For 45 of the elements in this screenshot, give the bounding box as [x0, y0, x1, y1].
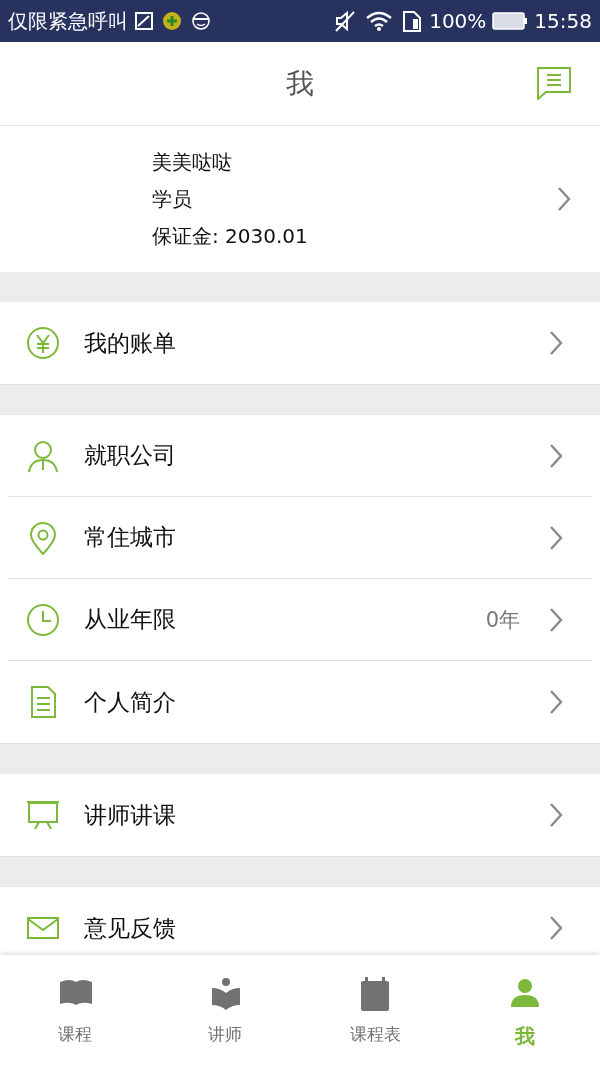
- profile-card[interactable]: 美美哒哒 学员 保证金: 2030.01: [0, 126, 600, 272]
- item-label: 个人简介: [84, 687, 177, 717]
- clock-icon: [26, 602, 60, 637]
- mute-icon: [333, 10, 358, 32]
- item-label: 常住城市: [84, 523, 177, 552]
- chevron-icon: [548, 689, 564, 715]
- presentation-board-icon: [26, 798, 60, 832]
- chevron-icon: [556, 186, 572, 212]
- chevron-icon: [548, 330, 564, 356]
- tab-item[interactable]: 课程表: [300, 955, 450, 1067]
- tab-item[interactable]: 讲师: [150, 955, 300, 1067]
- user-role: 学员: [152, 186, 193, 213]
- face-icon: [190, 11, 212, 31]
- menu-item[interactable]: 从业年限 0年: [8, 579, 592, 661]
- deposit-text: 保证金: 2030.01: [152, 223, 309, 250]
- battery-icon: [492, 11, 529, 31]
- plus-badge-icon: [162, 11, 182, 31]
- battery-percent: 100%: [429, 9, 487, 33]
- user-name: 美美哒哒: [152, 149, 233, 176]
- message-button[interactable]: [536, 66, 572, 100]
- item-label: 我的账单: [84, 328, 177, 358]
- menu-item[interactable]: 个人简介: [8, 661, 592, 743]
- item-label: 就职公司: [84, 441, 177, 470]
- message-icon: [536, 66, 572, 100]
- chevron-icon: [548, 802, 564, 828]
- menu-item[interactable]: 常住城市: [8, 497, 592, 579]
- sim-card-icon: [401, 10, 424, 32]
- item-value: 0年: [485, 606, 520, 634]
- item-label: 从业年限: [84, 605, 177, 634]
- chevron-icon: [548, 442, 564, 469]
- wifi-icon: [365, 10, 394, 32]
- item-label: 讲师讲课: [84, 800, 177, 830]
- item-label: 意见反馈: [84, 913, 177, 943]
- clock-time: 15:58: [534, 9, 592, 33]
- chevron-icon: [548, 524, 564, 551]
- yen-icon: [26, 326, 60, 360]
- person-icon: [26, 438, 60, 473]
- menu-item[interactable]: 就职公司: [8, 415, 592, 497]
- image-icon: [134, 11, 154, 31]
- page-title: 我: [286, 65, 314, 102]
- chevron-icon: [548, 606, 564, 633]
- tab-item[interactable]: 课程: [0, 955, 150, 1067]
- chevron-icon: [548, 915, 564, 941]
- calendar-icon: [358, 977, 392, 1011]
- carrier-text: 仅限紧急呼叫: [8, 7, 128, 35]
